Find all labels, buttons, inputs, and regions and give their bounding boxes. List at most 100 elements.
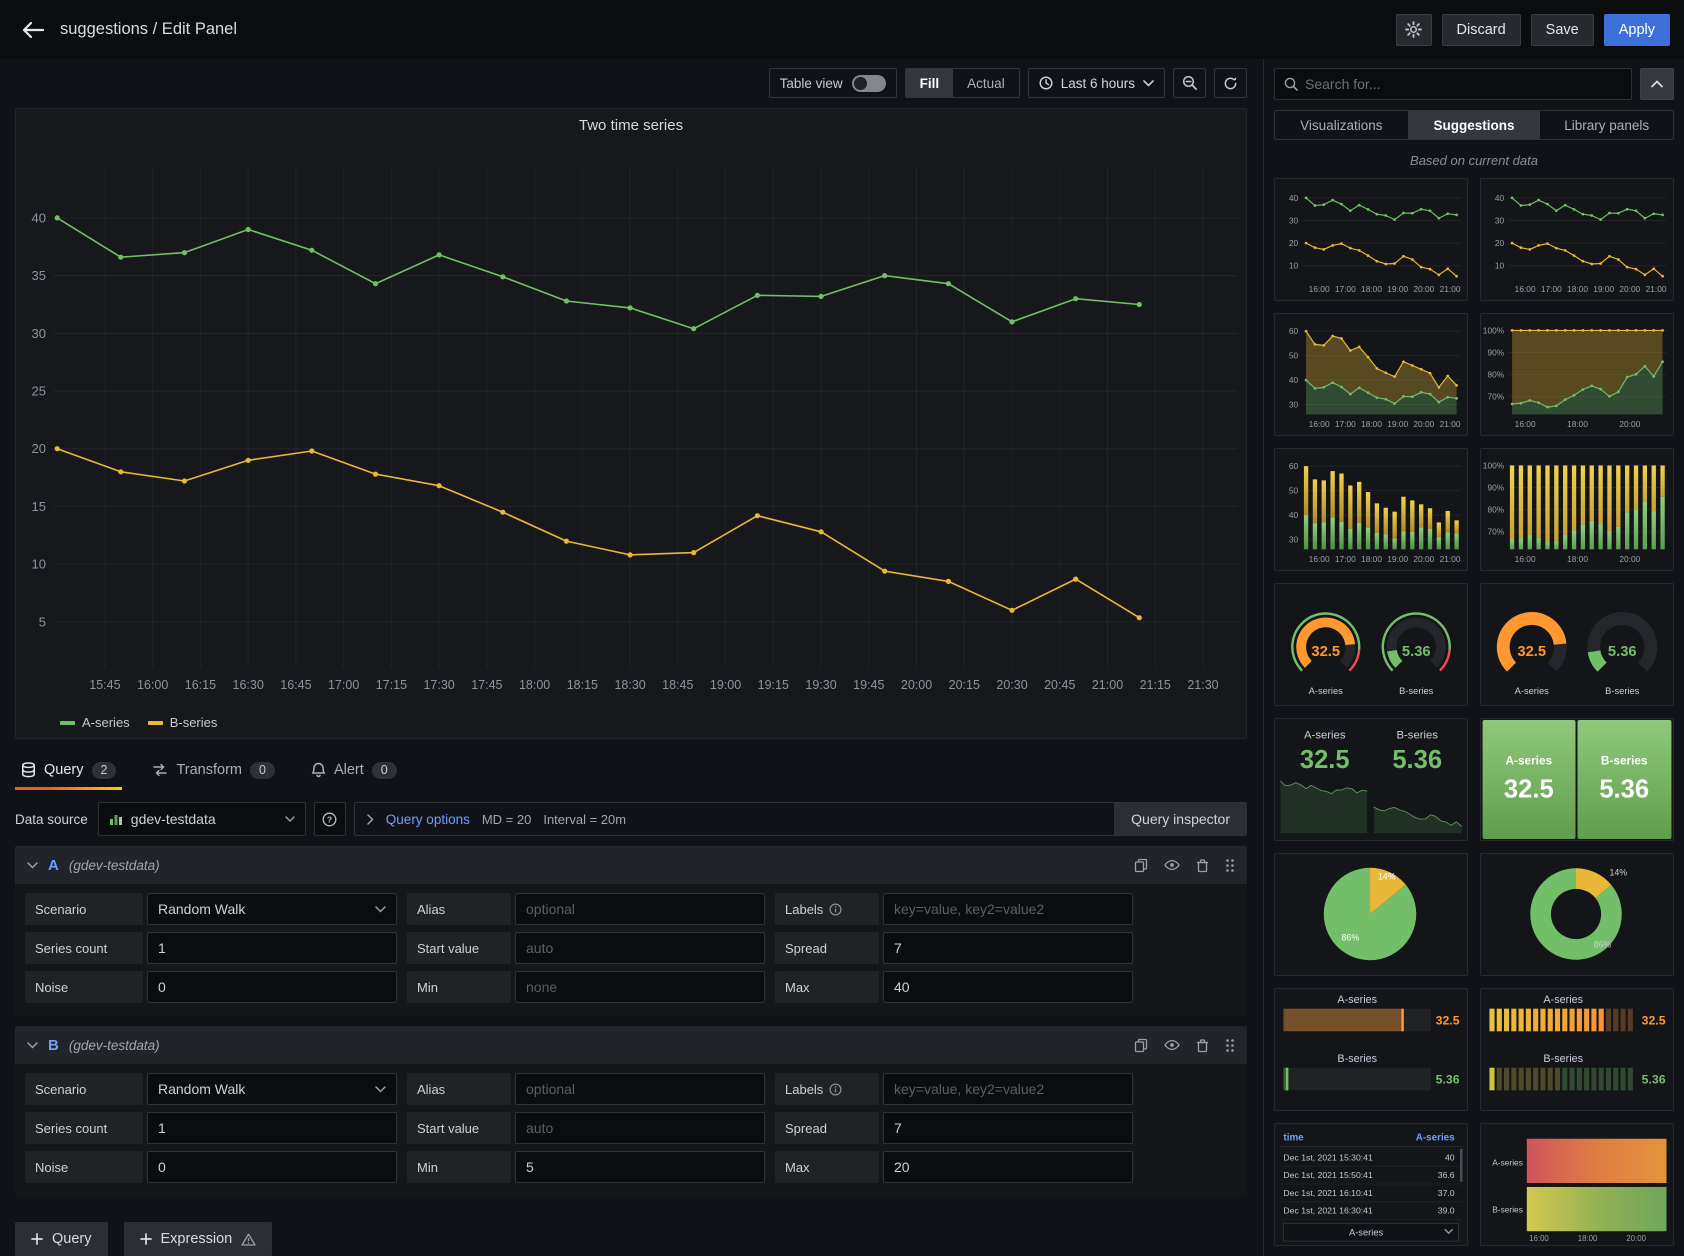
legend-item-b[interactable]: B-series (148, 715, 218, 730)
field-input-noise[interactable] (147, 1151, 397, 1183)
tab-visualizations[interactable]: Visualizations (1275, 111, 1408, 139)
field-input-max[interactable] (883, 971, 1133, 1003)
scenario-select[interactable]: Random Walk (147, 893, 397, 925)
svg-text:16:00: 16:00 (1515, 419, 1536, 429)
time-range-picker[interactable]: Last 6 hours (1028, 68, 1165, 98)
svg-text:16:15: 16:15 (185, 678, 216, 692)
remove-query-button[interactable] (1196, 1038, 1209, 1053)
field-input-spread[interactable] (883, 1112, 1133, 1144)
suggestion-state-timeline[interactable]: A-seriesB-series16:0018:0020:00 (1480, 1123, 1674, 1246)
disable-query-button[interactable] (1164, 1039, 1180, 1051)
svg-text:19:15: 19:15 (758, 678, 789, 692)
suggestion-bar-gauge[interactable]: A-series32.5B-series5.36 (1274, 988, 1468, 1111)
suggestion-bars-percent[interactable]: 100%90%80%70%16:0018:0020:00 (1480, 448, 1674, 571)
grafana-edit-panel: suggestions / Edit Panel Discard Save Ap… (0, 0, 1684, 1256)
apply-button[interactable]: Apply (1604, 14, 1670, 46)
refresh-button[interactable] (1214, 68, 1247, 98)
suggestion-lines-1[interactable]: 4030201016:0017:0018:0019:0020:0021:00 (1274, 178, 1468, 301)
chevron-down-icon (375, 1086, 386, 1093)
legend-label-a: A-series (82, 715, 130, 730)
suggestion-stat[interactable]: A-series32.5B-series5.36 (1274, 718, 1468, 841)
field-input-series-count[interactable] (147, 932, 397, 964)
chevron-up-icon (1651, 80, 1663, 88)
datasource-picker[interactable]: gdev-testdata (98, 802, 306, 836)
disable-query-button[interactable] (1164, 859, 1180, 871)
save-button[interactable]: Save (1531, 14, 1594, 46)
svg-text:40: 40 (32, 210, 46, 225)
drag-query-handle[interactable] (1225, 1038, 1235, 1053)
field-input-series-count[interactable] (147, 1112, 397, 1144)
tab-suggestions[interactable]: Suggestions (1408, 111, 1541, 139)
drag-query-handle[interactable] (1225, 858, 1235, 873)
back-button[interactable] (16, 13, 50, 47)
svg-text:20: 20 (32, 441, 46, 456)
duplicate-query-button[interactable] (1134, 1038, 1148, 1053)
svg-text:17:30: 17:30 (423, 678, 454, 692)
add-expression-button[interactable]: Expression (124, 1222, 273, 1256)
search-input[interactable] (1305, 76, 1622, 92)
zoom-out-button[interactable] (1173, 68, 1206, 98)
field-input-alias[interactable] (515, 893, 765, 925)
actual-option[interactable]: Actual (953, 69, 1019, 97)
field-input-labels[interactable] (883, 1073, 1133, 1105)
suggestion-area-stacked[interactable]: 6050403016:0017:0018:0019:0020:0021:00 (1274, 313, 1468, 436)
svg-text:32.5: 32.5 (1642, 1013, 1666, 1027)
field-input-alias[interactable] (515, 1073, 765, 1105)
duplicate-query-button[interactable] (1134, 858, 1148, 873)
field-input-start-value[interactable] (515, 932, 765, 964)
add-query-button[interactable]: Query (15, 1222, 108, 1256)
field-input-spread[interactable] (883, 932, 1133, 964)
tab-alert[interactable]: Alert 0 (305, 750, 403, 790)
datasource-help-button[interactable]: ? (314, 802, 346, 836)
svg-text:40: 40 (1289, 193, 1299, 203)
suggestion-pie[interactable]: 14%86% (1274, 853, 1468, 976)
svg-text:10: 10 (1289, 261, 1299, 271)
field-input-max[interactable] (883, 1151, 1133, 1183)
table-view-toggle[interactable] (852, 75, 886, 92)
tab-query[interactable]: Query 2 (15, 750, 122, 790)
panel-settings-button[interactable] (1396, 14, 1432, 46)
suggestion-lines-2[interactable]: 4030201016:0017:0018:0019:0020:0021:00 (1480, 178, 1674, 301)
field-input-min[interactable] (515, 971, 765, 1003)
field-input-noise[interactable] (147, 971, 397, 1003)
timeseries-chart-canvas[interactable]: 51015202530354015:4516:0016:1516:3016:45… (16, 136, 1246, 710)
field-input-start-value[interactable] (515, 1112, 765, 1144)
tab-library-panels[interactable]: Library panels (1540, 111, 1673, 139)
query-options-link[interactable]: Query options (386, 812, 470, 827)
chevron-right-icon[interactable] (367, 814, 374, 825)
mini-stat-colored: A-series32.5B-series5.36 (1481, 719, 1673, 840)
search-icon (1284, 77, 1298, 91)
suggestion-gauge[interactable]: 32.5A-series5.36B-series (1274, 583, 1468, 706)
mini-line-chart: 4030201016:0017:0018:0019:0020:0021:00 (1481, 179, 1673, 300)
query-header-A[interactable]: A(gdev-testdata) (15, 846, 1247, 884)
field-input-labels[interactable] (883, 893, 1133, 925)
suggestion-bar-gauge-lcd[interactable]: A-series32.5B-series5.36 (1480, 988, 1674, 1111)
discard-button[interactable]: Discard (1442, 14, 1521, 46)
svg-text:20:00: 20:00 (1619, 419, 1640, 429)
svg-text:19:00: 19:00 (1387, 554, 1408, 564)
query-header-B[interactable]: B(gdev-testdata) (15, 1026, 1247, 1064)
query-inspector-button[interactable]: Query inspector (1114, 803, 1246, 835)
fill-option[interactable]: Fill (906, 69, 954, 97)
datasource-label: Data source (15, 812, 88, 827)
field-input-min[interactable] (515, 1151, 765, 1183)
remove-query-button[interactable] (1196, 858, 1209, 873)
suggestion-bars-stacked[interactable]: 6050403016:0017:0018:0019:0020:0021:00 (1274, 448, 1468, 571)
svg-text:32.5: 32.5 (1311, 644, 1340, 660)
svg-text:21:00: 21:00 (1440, 419, 1461, 429)
collapse-options-button[interactable] (1640, 68, 1674, 100)
suggestion-stat-colored[interactable]: A-series32.5B-series5.36 (1480, 718, 1674, 841)
suggestions-subtitle: Based on current data (1274, 153, 1674, 168)
suggestion-table[interactable]: timeA-seriesDec 1st, 2021 15:30:4140Dec … (1274, 1123, 1468, 1246)
suggestion-donut[interactable]: 14%86% (1480, 853, 1674, 976)
scenario-select[interactable]: Random Walk (147, 1073, 397, 1105)
tab-alert-count: 0 (372, 762, 397, 779)
suggestion-area-percent[interactable]: 100%90%80%70%16:0018:0020:00 (1480, 313, 1674, 436)
svg-text:21:00: 21:00 (1440, 284, 1461, 294)
legend-item-a[interactable]: A-series (60, 715, 130, 730)
tab-transform[interactable]: Transform 0 (146, 750, 280, 790)
svg-text:50: 50 (1289, 486, 1299, 496)
suggestion-gauge-simple[interactable]: 32.5A-series5.36B-series (1480, 583, 1674, 706)
arrow-left-icon (22, 21, 44, 39)
duplicate-icon (1134, 1038, 1148, 1053)
